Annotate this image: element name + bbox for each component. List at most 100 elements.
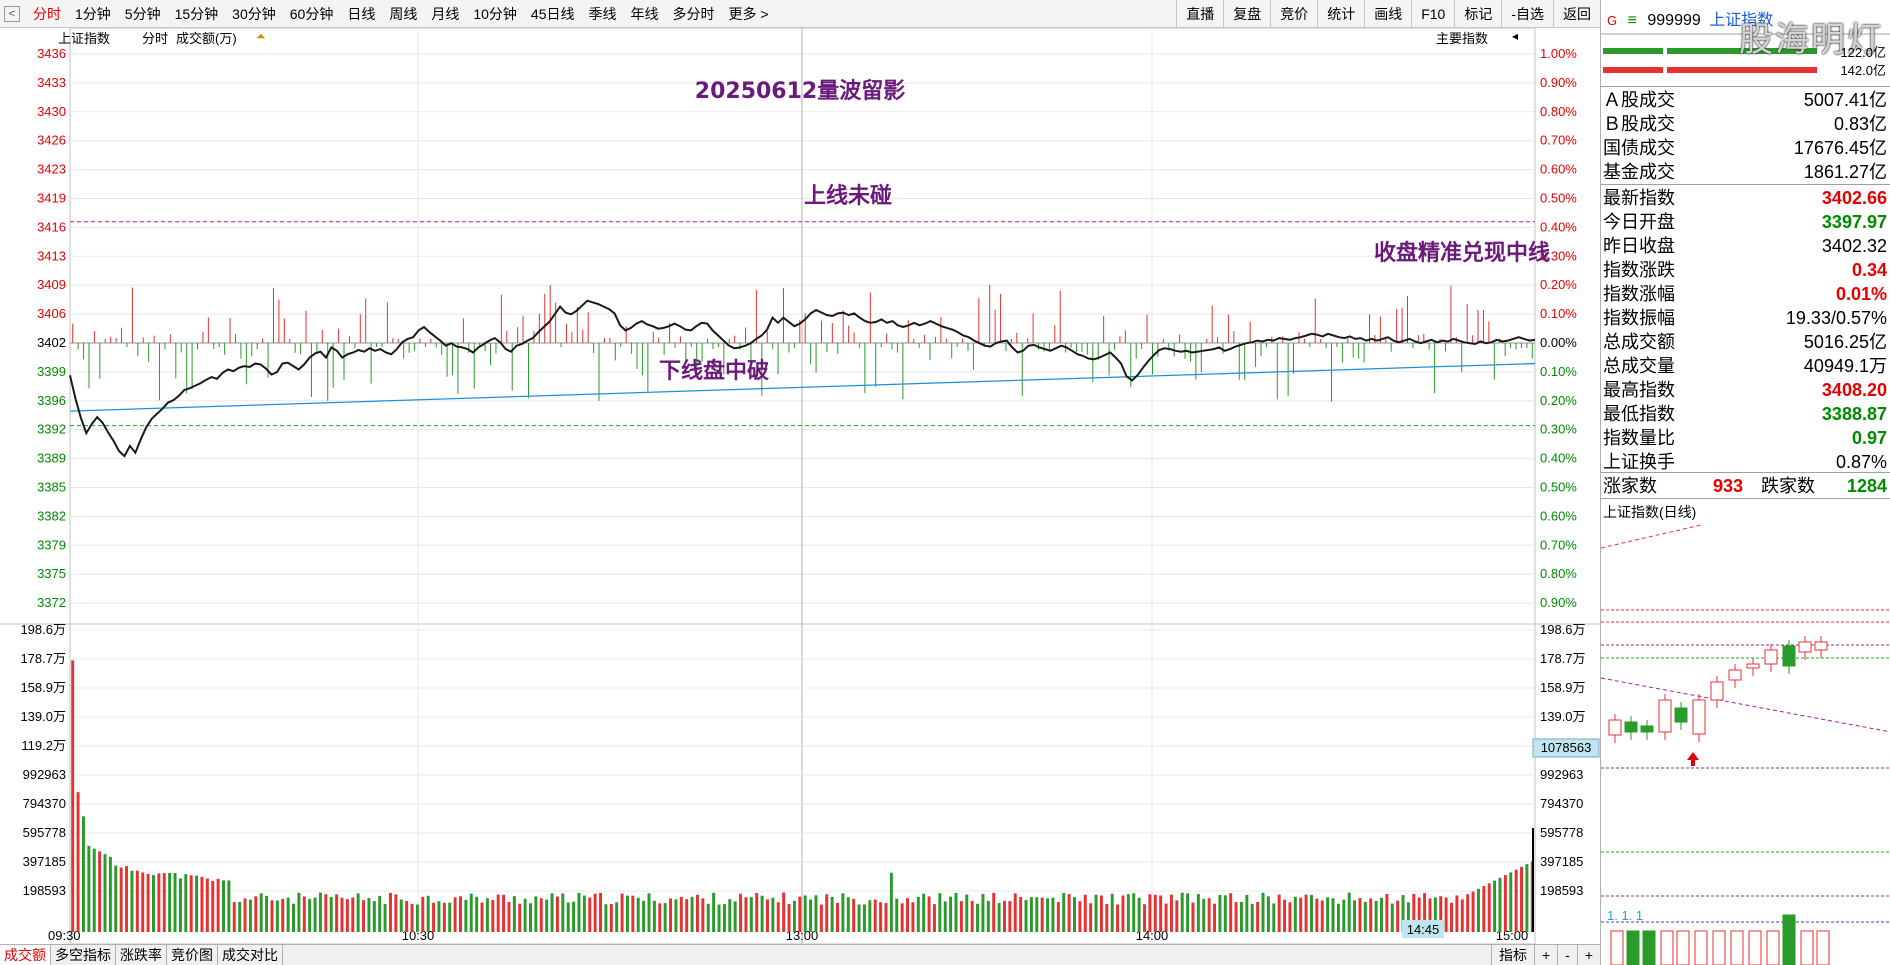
stat-row: 最新指数 3402.66 (1601, 186, 1890, 210)
price-tick: 3382 (37, 508, 66, 523)
period-tab[interactable]: 分时 (26, 0, 68, 28)
tool-button[interactable]: 竞价 (1270, 0, 1317, 28)
stat-row: 今日开盘 3397.97 (1601, 210, 1890, 234)
stat-label: 指数振幅 (1603, 308, 1675, 328)
period-tab[interactable]: 45日线 (524, 0, 582, 28)
period-tab[interactable]: 月线 (424, 0, 466, 28)
stat-label: Ａ股成交 (1603, 90, 1675, 110)
period-tab[interactable]: 年线 (623, 0, 665, 28)
stat-label: 昨日收盘 (1603, 236, 1675, 256)
tool-button[interactable]: 直播 (1176, 0, 1223, 28)
period-tab[interactable]: 60分钟 (283, 0, 341, 28)
bottom-button[interactable]: 指标 (1490, 945, 1534, 965)
volume-tick-right: 139.0万 (1540, 709, 1586, 724)
intraday-chart[interactable]: 3436 1.00% 3433 0.90% 3430 0.80% 3426 0.70% 3423… (0, 28, 1600, 944)
scroll-left-icon[interactable]: ◂ (1512, 29, 1518, 43)
bottom-button[interactable]: + (1533, 945, 1557, 965)
price-tick: 3436 (37, 46, 66, 61)
buy-bar (1603, 48, 1663, 54)
price-tick: 3409 (37, 277, 66, 292)
stat-value: 3408.20 (1821, 380, 1887, 400)
turnover-row: 基金成交 1861.27亿 (1601, 160, 1890, 184)
volume-tick: 992963 (23, 767, 66, 782)
turnover-row: Ｂ股成交 0.83亿 (1601, 112, 1890, 136)
kline-candle (1692, 699, 1706, 735)
kline-candle (1764, 649, 1778, 665)
bar-value-sell: 142.0亿 (1840, 63, 1886, 78)
pct-tick: 0.20% (1540, 393, 1577, 408)
period-tab[interactable]: 周线 (382, 0, 424, 28)
indicator-tab[interactable]: 成交额 (0, 945, 51, 965)
pct-tick: 0.30% (1540, 422, 1577, 437)
volume-tick-right: 198.6万 (1540, 622, 1586, 637)
tool-button[interactable]: 标记 (1454, 0, 1501, 28)
period-tab[interactable]: 日线 (340, 0, 382, 28)
volume-tick: 198.6万 (20, 622, 66, 637)
period-tab[interactable]: 30分钟 (225, 0, 283, 28)
pct-tick: 0.10% (1540, 364, 1577, 379)
stat-label: 总成交量 (1603, 356, 1675, 376)
stat-row: 总成交额 5016.25亿 (1601, 330, 1890, 354)
chart-canvas[interactable]: 3436 1.00% 3433 0.90% 3430 0.80% 3426 0.70% 3423… (0, 28, 1600, 944)
period-tab[interactable]: 10分钟 (466, 0, 524, 28)
turnover-row: Ａ股成交 5007.41亿 (1601, 88, 1890, 112)
period-tab[interactable]: 1分钟 (68, 0, 118, 28)
stat-label: 基金成交 (1603, 162, 1675, 182)
annotation-upper: 上线未碰 (804, 183, 892, 209)
stat-label: Ｂ股成交 (1603, 114, 1675, 134)
main-indicator-button[interactable]: 主要指数 (1436, 28, 1488, 47)
pct-tick: 0.90% (1540, 595, 1577, 610)
kline-volume-bar (1694, 930, 1708, 965)
price-tick: 3372 (37, 595, 66, 610)
indicator-tab[interactable]: 竞价图 (167, 945, 218, 965)
chart-mode: 分时 (142, 31, 169, 46)
tool-button[interactable]: 统计 (1317, 0, 1364, 28)
time-cursor: 14:45 (1407, 922, 1440, 937)
tool-button[interactable]: 复盘 (1223, 0, 1270, 28)
price-tick: 3399 (37, 364, 66, 379)
kline-candle (1658, 699, 1672, 733)
warning-icon[interactable]: ⏶ (256, 29, 266, 44)
tool-button[interactable]: 画线 (1364, 0, 1411, 28)
pct-tick: 0.10% (1540, 306, 1577, 321)
kline-candle (1710, 681, 1724, 701)
period-tab[interactable]: 更多 > (721, 0, 775, 28)
tool-button[interactable]: 返回 (1553, 0, 1600, 28)
pct-tick: 0.80% (1540, 104, 1577, 119)
price-tick: 3413 (37, 248, 66, 263)
bottom-button[interactable]: - (1557, 945, 1577, 965)
volume-tick: 198593 (23, 883, 66, 898)
volume-tick-right: 178.7万 (1540, 651, 1586, 666)
kline-candle (1640, 725, 1654, 733)
period-tab[interactable]: 15分钟 (168, 0, 226, 28)
stat-value: 0.83亿 (1833, 114, 1887, 134)
stat-label: 总成交额 (1603, 332, 1675, 352)
tool-button[interactable]: F10 (1411, 0, 1454, 28)
price-tick: 3385 (37, 480, 66, 495)
divider (1601, 498, 1890, 499)
volume-tick-right: 198593 (1540, 883, 1583, 898)
quote-code: 999999 (1647, 12, 1701, 29)
indicator-tab[interactable]: 涨跌率 (116, 945, 167, 965)
stat-row: 指数涨跌 0.34 (1601, 258, 1890, 282)
turnover-row: 国债成交 17676.45亿 (1601, 136, 1890, 160)
sell-bar (1667, 67, 1817, 73)
kline-ma-label: 1. 1. 1 (1607, 908, 1644, 923)
tool-button[interactable]: -自选 (1501, 0, 1553, 28)
menu-icon[interactable]: ≡ (1628, 12, 1637, 29)
indicator-tab[interactable]: 成交对比 (218, 945, 283, 965)
indicator-tab[interactable]: 多空指标 (51, 945, 116, 965)
stat-label: 最新指数 (1603, 188, 1675, 208)
volume-tick: 119.2万 (21, 738, 66, 753)
period-tab[interactable]: 多分时 (665, 0, 721, 28)
stat-row: 指数涨幅 0.01% (1601, 282, 1890, 306)
bottom-button[interactable]: + (1576, 945, 1600, 965)
price-tick: 3396 (37, 393, 66, 408)
nav-back-icon[interactable]: < (4, 6, 20, 22)
volume-tick-right: 794370 (1540, 796, 1583, 811)
pct-tick: 0.70% (1540, 133, 1577, 148)
period-tab[interactable]: 季线 (581, 0, 623, 28)
kline-title: 上证指数(日线) (1603, 504, 1697, 520)
period-tab[interactable]: 5分钟 (118, 0, 168, 28)
indicator-tabs: 成交额 多空指标 涨跌率 竞价图 成交对比 (0, 945, 283, 965)
